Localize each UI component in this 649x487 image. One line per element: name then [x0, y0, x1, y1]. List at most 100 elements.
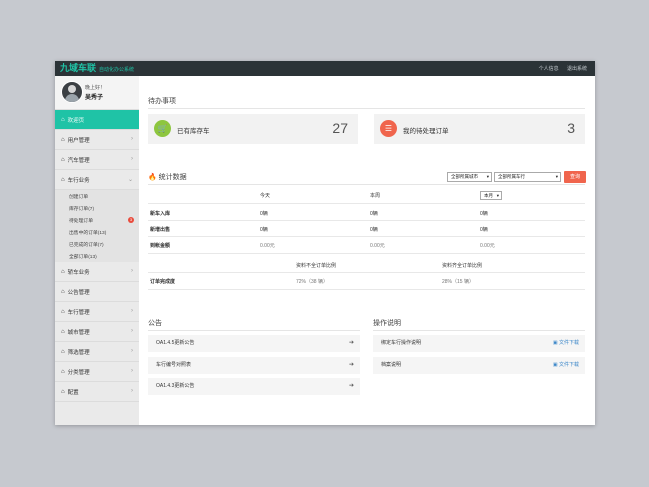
avatar[interactable] — [61, 81, 83, 103]
home-icon: ⌂ — [61, 116, 65, 123]
stat-value: 0辆 — [370, 211, 378, 217]
ratio-header-complete: 资料齐全订单比例 — [442, 263, 483, 269]
row-label-completion: 订单完成度 — [150, 279, 176, 285]
chevron-right-icon: › — [131, 368, 133, 374]
home-icon: ⌂ — [61, 268, 65, 275]
home-icon: ⌂ — [61, 176, 65, 183]
arrow-right-icon: ➔ — [348, 383, 354, 389]
row-divider — [148, 272, 585, 273]
city-select[interactable]: 全部所属城市 ▾ — [447, 172, 492, 182]
stock-cars-count: 27 — [332, 120, 348, 136]
sidebar-sub-completed-orders[interactable]: 已完成的订单(7) — [55, 238, 139, 250]
stock-cars-label: 已有库存车 — [177, 128, 210, 135]
logout-link[interactable]: 退出系统 — [567, 66, 587, 72]
sidebar-item-dealers[interactable]: ⌂ 车行管理 › — [55, 302, 139, 322]
sidebar-sub-pending-orders[interactable]: 待处理订单 3 — [55, 214, 139, 226]
download-link[interactable]: ▣ 文件下载 — [553, 335, 579, 352]
pending-orders-count: 3 — [567, 120, 575, 136]
download-link[interactable]: ▣ 文件下载 — [553, 357, 579, 374]
notice-item[interactable]: 车行编号对照表 ➔ — [148, 357, 360, 374]
sidebar-sub-stock-orders[interactable]: 库存订单(7) — [55, 202, 139, 214]
col-today: 今天 — [260, 193, 271, 199]
sidebar-item-sedan-business[interactable]: ⌂ 轿车业务 › — [55, 262, 139, 282]
sidebar: 晚上好！ 吴秀子 ⌂ 欢迎页 ⌂ 用户管理 › ⌂ 汽车管理 › ⌂ 车行业务 ⌄ 创建订单 … — [55, 76, 139, 425]
divider — [373, 330, 585, 331]
chevron-right-icon: › — [131, 308, 133, 314]
sidebar-item-config[interactable]: ⌂ 配置 › — [55, 382, 139, 402]
instruction-item: 档案说明 ▣ 文件下载 — [373, 357, 585, 374]
stat-value: 0辆 — [480, 227, 488, 233]
query-button[interactable]: 查询 — [564, 171, 586, 183]
brand-subtitle: 自动化办公系统 — [99, 67, 135, 73]
home-icon: ⌂ — [61, 156, 65, 163]
home-icon: ⌂ — [61, 308, 65, 315]
user-name: 吴秀子 — [85, 95, 104, 101]
chevron-down-icon: ⌄ — [127, 177, 133, 183]
notices-title: 公告 — [148, 320, 162, 327]
divider — [148, 330, 360, 331]
row-divider — [148, 253, 585, 254]
sidebar-item-cars[interactable]: ⌂ 汽车管理 › — [55, 150, 139, 170]
notice-item[interactable]: OA1.4.3更新公告 ➔ — [148, 378, 360, 395]
sidebar-subnav: 创建订单 库存订单(7) 待处理订单 3 出售中的订单(13) 已完成的订单(7)… — [55, 190, 139, 262]
home-icon: ⌂ — [61, 328, 65, 335]
sidebar-item-users[interactable]: ⌂ 用户管理 › — [55, 130, 139, 150]
file-icon: ▣ — [552, 340, 558, 346]
home-icon: ⌂ — [61, 136, 65, 143]
stat-value: 0辆 — [370, 227, 378, 233]
chevron-right-icon: › — [131, 388, 133, 394]
row-divider — [148, 220, 585, 221]
row-label-received-amount: 到帐金额 — [150, 243, 171, 249]
pending-orders-card[interactable]: ☰ 我的待处理订单 3 — [374, 114, 585, 144]
sidebar-sub-all-orders[interactable]: 全部订单(13) — [55, 250, 139, 262]
row-divider — [148, 203, 585, 204]
row-divider — [148, 289, 585, 290]
pending-badge: 3 — [128, 217, 134, 223]
instruction-item: 绑定车行操作说明 ▣ 文件下载 — [373, 335, 585, 352]
instructions-title: 操作说明 — [373, 320, 401, 327]
home-icon: ⌂ — [61, 388, 65, 395]
user-panel: 晚上好！ 吴秀子 — [55, 76, 139, 110]
row-label-new-stock: 新车入库 — [150, 211, 171, 217]
home-icon: ⌂ — [61, 288, 65, 295]
pending-orders-label: 我的待处理订单 — [403, 128, 449, 135]
stat-value: 0辆 — [260, 227, 268, 233]
col-week: 本周 — [370, 193, 381, 199]
arrow-right-icon: ➔ — [348, 362, 354, 368]
sidebar-sub-create-order[interactable]: 创建订单 — [55, 190, 139, 202]
home-icon: ⌂ — [61, 368, 65, 375]
ratio-value-incomplete: 72%（38 辆） — [296, 279, 328, 285]
chevron-right-icon: › — [131, 136, 133, 142]
sidebar-item-welcome[interactable]: ⌂ 欢迎页 — [55, 110, 139, 130]
sidebar-item-cities[interactable]: ⌂ 城市管理 › — [55, 322, 139, 342]
sidebar-item-dealer-business[interactable]: ⌂ 车行业务 ⌄ — [55, 170, 139, 190]
brand-logo[interactable]: 九域车联 自动化办公系统 — [60, 63, 134, 76]
home-icon: ⌂ — [61, 348, 65, 355]
stat-value: 0.00元 — [480, 243, 495, 249]
stat-value: 0辆 — [480, 211, 488, 217]
todo-title: 待办事项 — [148, 98, 176, 105]
list-icon: ☰ — [380, 120, 397, 137]
sidebar-item-filters[interactable]: ⌂ 筛选管理 › — [55, 342, 139, 362]
notice-item[interactable]: OA1.4.5更新公告 ➔ — [148, 335, 360, 352]
period-select[interactable]: 本月 ▾ — [480, 191, 502, 200]
stat-value: 0.00元 — [370, 243, 385, 249]
caret-down-icon: ▾ — [496, 193, 499, 198]
ratio-header-incomplete: 资料不全订单比例 — [296, 263, 337, 269]
stock-cars-card[interactable]: 🛒 已有库存车 27 — [148, 114, 358, 144]
sidebar-item-categories[interactable]: ⌂ 分类管理 › — [55, 362, 139, 382]
dealer-select[interactable]: 全部所属车行 ▾ — [494, 172, 561, 182]
divider — [148, 184, 585, 185]
caret-down-icon: ▾ — [486, 174, 489, 179]
chevron-right-icon: › — [131, 348, 133, 354]
chevron-right-icon: › — [131, 156, 133, 162]
file-icon: ▣ — [552, 362, 558, 368]
chevron-right-icon: › — [131, 268, 133, 274]
sidebar-sub-selling-orders[interactable]: 出售中的订单(13) — [55, 226, 139, 238]
cart-icon: 🛒 — [154, 120, 171, 137]
sidebar-item-notices[interactable]: ⌂ 公告管理 — [55, 282, 139, 302]
chevron-right-icon: › — [131, 328, 133, 334]
stat-value: 0.00元 — [260, 243, 275, 249]
top-bar: 九域车联 自动化办公系统 个人信息 退出系统 — [55, 61, 595, 76]
profile-link[interactable]: 个人信息 — [539, 66, 559, 72]
